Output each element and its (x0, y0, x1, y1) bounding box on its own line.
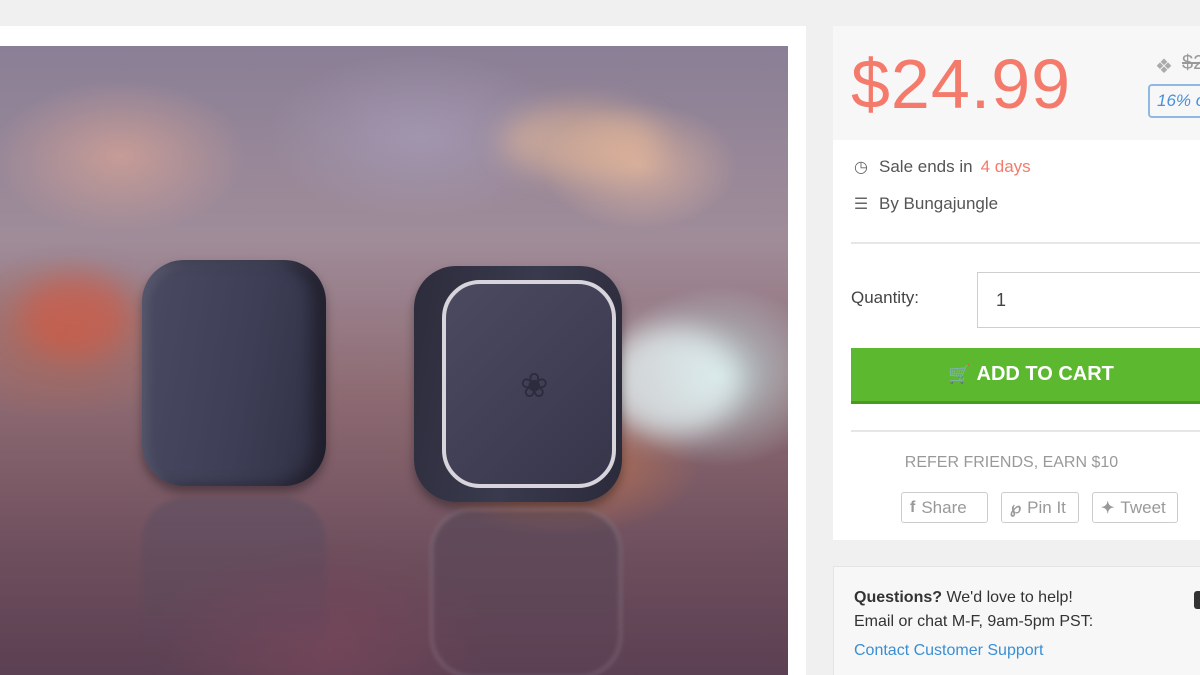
pebble-face: ❀ (442, 280, 616, 488)
clock-icon: ◷ (854, 159, 868, 176)
facebook-icon: f (910, 498, 916, 516)
original-price: $2 (1182, 52, 1200, 74)
product-page: ❀ $24.99 ❖ $2 16% o ◷ Sale ends in 4 day… (0, 0, 1200, 675)
quantity-label: Quantity: (851, 288, 920, 307)
divider (851, 242, 1200, 244)
support-question-rest: We'd love to help! (946, 589, 1073, 606)
seller-label[interactable]: By Bungajungle (879, 194, 998, 214)
support-panel: Questions? We'd love to help! Email or c… (833, 566, 1200, 675)
sale-ends: ◷ Sale ends in 4 days (851, 157, 1031, 177)
seller: ☰ By Bungajungle (851, 194, 998, 214)
pebble-reflection-right (430, 508, 622, 675)
pinterest-icon: ℘ (1010, 499, 1022, 517)
twitter-icon: ✦ (1101, 499, 1115, 517)
contact-support-link[interactable]: Contact Customer Support (854, 642, 1043, 660)
add-to-cart-label: ADD TO CART (976, 363, 1114, 385)
product-photo: ❀ (0, 46, 788, 675)
purchase-panel: $24.99 ❖ $2 16% o ◷ Sale ends in 4 days … (833, 26, 1200, 540)
facebook-share-button[interactable]: f Share (901, 492, 988, 523)
sale-ends-time: 4 days (980, 157, 1031, 176)
sale-ends-label: Sale ends in (879, 157, 973, 176)
support-question: Questions? We'd love to help! (854, 589, 1073, 607)
twitter-tweet-button[interactable]: ✦ Tweet (1092, 492, 1178, 523)
chat-icon[interactable] (1194, 591, 1200, 609)
current-price: $24.99 (851, 45, 1072, 123)
product-pebble-front: ❀ (414, 266, 622, 502)
product-pebble-back (142, 260, 326, 486)
pin-label: Pin It (1027, 497, 1066, 517)
layers-icon: ☰ (853, 196, 869, 213)
divider (851, 430, 1200, 432)
quantity-input[interactable] (977, 272, 1200, 328)
pinterest-pin-button[interactable]: ℘ Pin It (1001, 492, 1079, 523)
price-row: $24.99 ❖ $2 16% o (833, 26, 1200, 140)
share-label: Share (921, 497, 967, 517)
refer-friends-link[interactable]: REFER FRIENDS, EARN $10 (833, 454, 1200, 472)
tweet-label: Tweet (1120, 497, 1166, 517)
discount-badge: 16% o (1148, 84, 1200, 118)
add-to-cart-button[interactable]: 🛒 ADD TO CART (851, 348, 1200, 404)
support-hours: Email or chat M-F, 9am-5pm PST: (854, 613, 1094, 630)
product-image-panel: ❀ (0, 26, 806, 675)
cart-icon: 🛒 (948, 364, 971, 384)
support-question-bold: Questions? (854, 589, 943, 606)
pebble-reflection-left (142, 498, 326, 675)
tag-icon: ❖ (1155, 56, 1173, 78)
palm-tree-icon: ❀ (520, 367, 549, 405)
